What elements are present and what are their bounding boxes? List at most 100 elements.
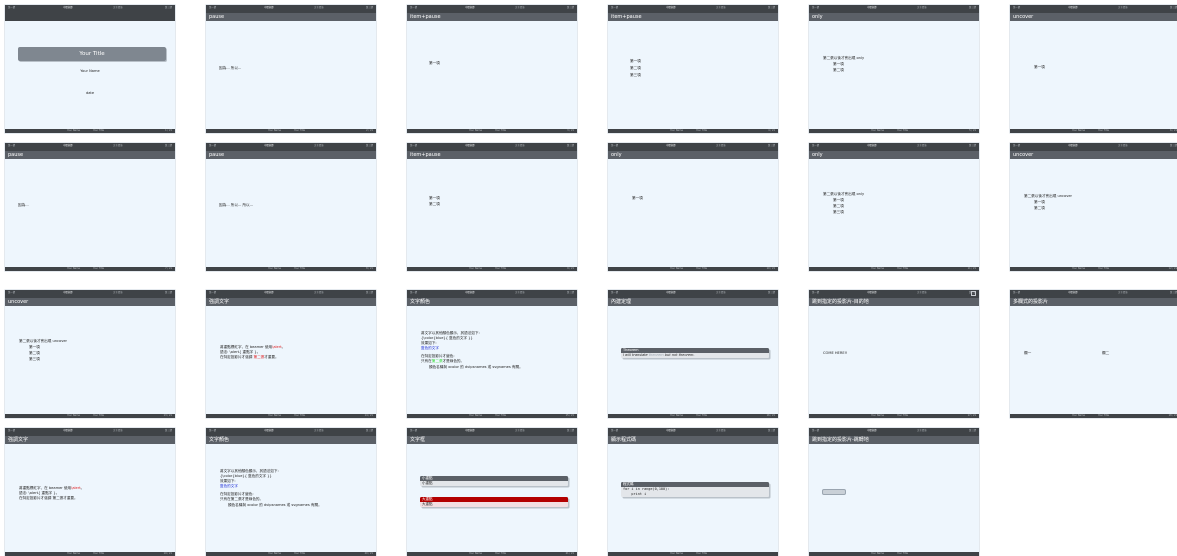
- nav-section-1[interactable]: 第一節: [410, 144, 417, 147]
- nav-section-2[interactable]: 中間章節: [1068, 144, 1078, 147]
- nav-section-1[interactable]: 第一節: [812, 291, 819, 294]
- slide-only-1[interactable]: 第一節 中間章節 文字環境 第三節 only 第二張以後才會出現 only 第一…: [809, 5, 979, 133]
- nav-section-1[interactable]: 第一節: [611, 291, 618, 294]
- nav-section-2[interactable]: 中間章節: [63, 291, 73, 294]
- nav-section-4[interactable]: 第三節: [768, 429, 775, 432]
- nav-section-4[interactable]: 第三節: [969, 144, 976, 147]
- nav-section-1[interactable]: 第一節: [209, 144, 216, 147]
- nav-section-4[interactable]: 第三節: [1170, 144, 1177, 147]
- nav-section-1[interactable]: 第一節: [410, 291, 417, 294]
- nav-section-1[interactable]: 第一節: [1013, 144, 1020, 147]
- nav-section-3[interactable]: 文字環境: [314, 291, 324, 294]
- nav-section-4[interactable]: 第三節: [366, 429, 373, 432]
- slide-code[interactable]: 第一節 中間章節 文字環境 第三節 顯示程式碼 程式碼 for i in ran…: [608, 428, 778, 556]
- nav-section-3[interactable]: 文字環境: [917, 429, 927, 432]
- nav-section-4[interactable]: 第三節: [567, 291, 574, 294]
- nav-section-3[interactable]: 文字環境: [917, 291, 927, 294]
- nav-section-2[interactable]: 中間章節: [867, 6, 877, 9]
- nav-section-3[interactable]: 文字環境: [113, 144, 123, 147]
- nav-section-2[interactable]: 中間章節: [666, 6, 676, 9]
- nav-section-2[interactable]: 中間章節: [264, 429, 274, 432]
- slide-only-3[interactable]: 第一節 中間章節 文字環境 第三節 only 第二張以後才會出現 only 第一…: [809, 143, 979, 271]
- nav-section-3[interactable]: 文字環境: [716, 291, 726, 294]
- nav-section-4[interactable]: 第三節: [969, 6, 976, 9]
- slide-pause-3[interactable]: 第一節 中間章節 文字環境 第三節 pause 因為... 所以... 所以..…: [206, 143, 376, 271]
- slide-item-pause-1[interactable]: 第一節 中間章節 文字環境 第三節 item+pause 第一項 Your Na…: [407, 5, 577, 133]
- slide-alert-1[interactable]: 第一節 中間章節 文字環境 第三節 強調文字 將重點標紅字，在 beamer 使…: [206, 290, 376, 418]
- nav-section-3[interactable]: 文字環境: [314, 144, 324, 147]
- nav-section-3[interactable]: 文字環境: [515, 144, 525, 147]
- nav-section-4[interactable]: 第三節: [1170, 6, 1177, 9]
- slide-item-pause-2[interactable]: 第一節 中間章節 文字環境 第三節 item+pause 第一項 第二項 第三項…: [608, 5, 778, 133]
- nav-section-3[interactable]: 文字環境: [1118, 291, 1128, 294]
- slide-alert-2[interactable]: 第一節 中間章節 文字環境 第三節 強調文字 將重點標紅字，在 beamer 使…: [5, 428, 175, 556]
- nav-section-4[interactable]: 第三節: [165, 144, 172, 147]
- square-icon[interactable]: [971, 291, 976, 296]
- nav-section-1[interactable]: 第一節: [8, 429, 15, 432]
- nav-section-2[interactable]: 中間章節: [465, 429, 475, 432]
- nav-section-1[interactable]: 第一節: [611, 6, 618, 9]
- nav-section-1[interactable]: 第一節: [410, 6, 417, 9]
- nav-section-3[interactable]: 文字環境: [113, 6, 123, 9]
- nav-section-1[interactable]: 第一節: [209, 6, 216, 9]
- slide-text-color-1[interactable]: 第一節 中間章節 文字環境 第三節 文字顏色 將文字以其他顏色顯示，其語法如下:…: [407, 290, 577, 418]
- nav-section-3[interactable]: 文字環境: [314, 429, 324, 432]
- nav-section-4[interactable]: 第三節: [165, 291, 172, 294]
- nav-section-3[interactable]: 文字環境: [515, 429, 525, 432]
- nav-section-3[interactable]: 文字環境: [716, 6, 726, 9]
- slide-uncover-1[interactable]: 第一節 中間章節 文字環境 第三節 uncover 第一項 Your Name …: [1010, 5, 1177, 133]
- slide-jump-target[interactable]: 第一節 中間章節 文字環境 第三節 跳到指定的投影片-目的地 COME HERE…: [809, 290, 979, 418]
- nav-section-4[interactable]: 第三節: [969, 429, 976, 432]
- slide-item-pause-3[interactable]: 第一節 中間章節 文字環境 第三節 item+pause 第一項 第二項 You…: [407, 143, 577, 271]
- nav-section-2[interactable]: 中間章節: [63, 429, 73, 432]
- nav-section-2[interactable]: 中間章節: [1068, 291, 1078, 294]
- nav-section-3[interactable]: 文字環境: [917, 6, 927, 9]
- nav-section-4[interactable]: 第三節: [567, 144, 574, 147]
- nav-section-2[interactable]: 中間章節: [867, 144, 877, 147]
- nav-section-3[interactable]: 文字環境: [113, 429, 123, 432]
- nav-section-1[interactable]: 第一節: [611, 429, 618, 432]
- nav-section-2[interactable]: 中間章節: [666, 291, 676, 294]
- slide-uncover-3[interactable]: 第一節 中間章節 文字環境 第三節 uncover 第二張以後才會出現 unco…: [5, 290, 175, 418]
- nav-section-1[interactable]: 第一節: [209, 291, 216, 294]
- nav-section-4[interactable]: 第三節: [567, 429, 574, 432]
- nav-section-2[interactable]: 中間章節: [264, 291, 274, 294]
- nav-section-1[interactable]: 第一節: [209, 429, 216, 432]
- slide-only-2[interactable]: 第一節 中間章節 文字環境 第三節 only 第一項 Your Name You…: [608, 143, 778, 271]
- nav-section-4[interactable]: 第三節: [165, 429, 172, 432]
- slide-title-page[interactable]: 第一節 中間章節 文字環境 第三節 Your Title Your Name d…: [5, 5, 175, 133]
- slide-theorem[interactable]: 第一節 中間章節 文字環境 第三節 內建定理 Theorem I will tr…: [608, 290, 778, 418]
- nav-section-3[interactable]: 文字環境: [1118, 6, 1128, 9]
- slide-text-color-2[interactable]: 第一節 中間章節 文字環境 第三節 文字顏色 將文字以其他顏色顯示，其語法如下:…: [206, 428, 376, 556]
- nav-section-2[interactable]: 中間章節: [264, 6, 274, 9]
- nav-section-3[interactable]: 文字環境: [716, 144, 726, 147]
- nav-section-3[interactable]: 文字環境: [314, 6, 324, 9]
- nav-section-1[interactable]: 第一節: [8, 144, 15, 147]
- nav-section-4[interactable]: 第三節: [366, 6, 373, 9]
- nav-section-1[interactable]: 第一節: [1013, 291, 1020, 294]
- nav-section-1[interactable]: 第一節: [1013, 6, 1020, 9]
- nav-section-2[interactable]: 中間章節: [63, 6, 73, 9]
- jump-button[interactable]: [822, 489, 846, 495]
- nav-section-2[interactable]: 中間章節: [63, 144, 73, 147]
- nav-section-2[interactable]: 中間章節: [465, 144, 475, 147]
- nav-section-4[interactable]: 第三節: [768, 144, 775, 147]
- nav-section-4[interactable]: 第三節: [366, 144, 373, 147]
- nav-section-3[interactable]: 文字環境: [515, 291, 525, 294]
- nav-section-3[interactable]: 文字環境: [716, 429, 726, 432]
- nav-section-1[interactable]: 第一節: [812, 429, 819, 432]
- nav-section-2[interactable]: 中間章節: [264, 144, 274, 147]
- nav-section-1[interactable]: 第一節: [410, 429, 417, 432]
- nav-section-1[interactable]: 第一節: [812, 6, 819, 9]
- nav-section-3[interactable]: 文字環境: [1118, 144, 1128, 147]
- nav-section-4[interactable]: 第三節: [768, 6, 775, 9]
- nav-section-3[interactable]: 文字環境: [917, 144, 927, 147]
- nav-section-2[interactable]: 中間章節: [465, 6, 475, 9]
- nav-section-2[interactable]: 中間章節: [867, 291, 877, 294]
- nav-section-2[interactable]: 中間章節: [666, 429, 676, 432]
- slide-columns[interactable]: 第一節 中間章節 文字環境 第三節 多欄式的投影片 欄一 欄二 Your Nam…: [1010, 290, 1177, 418]
- nav-section-4[interactable]: 第三節: [567, 6, 574, 9]
- nav-section-4[interactable]: 第三節: [768, 291, 775, 294]
- nav-section-3[interactable]: 文字環境: [113, 291, 123, 294]
- nav-section-1[interactable]: 第一節: [611, 144, 618, 147]
